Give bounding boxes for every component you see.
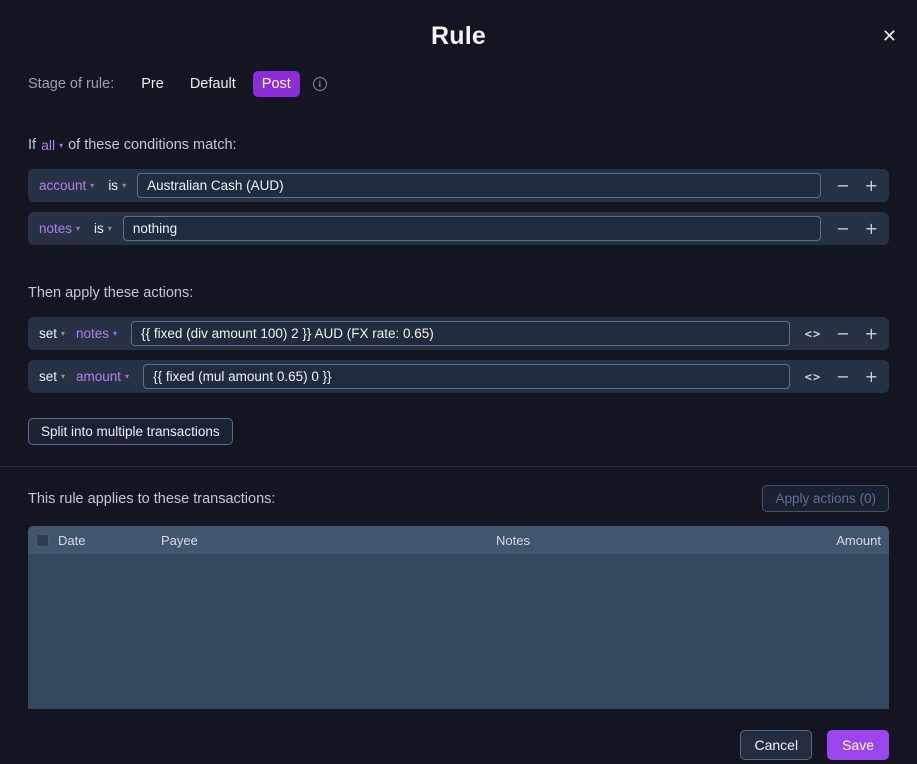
stage-option-post[interactable]: Post — [253, 71, 300, 97]
remove-action-button[interactable]: − — [836, 326, 849, 342]
apply-actions-button[interactable]: Apply actions (0) — [762, 485, 889, 512]
action-field-select[interactable]: notes▾ — [76, 326, 117, 341]
cancel-button[interactable]: Cancel — [740, 730, 812, 760]
stage-option-default[interactable]: Default — [181, 71, 245, 97]
template-code-icon[interactable]: <> — [805, 371, 821, 383]
remove-condition-button[interactable]: − — [836, 178, 849, 194]
transactions-label: This rule applies to these transactions: — [28, 491, 275, 507]
chevron-down-icon: ▾ — [125, 372, 129, 381]
conditions-prefix: If — [28, 137, 36, 153]
condition-field-select[interactable]: notes▾ — [39, 221, 80, 236]
table-body-empty — [28, 554, 889, 709]
stage-label: Stage of rule: — [28, 76, 114, 92]
divider — [0, 466, 917, 467]
transactions-table: Date Payee Notes Amount — [28, 526, 889, 709]
condition-row: account▾ is▾ − + — [28, 169, 889, 202]
chevron-down-icon: ▾ — [113, 329, 117, 338]
save-button[interactable]: Save — [827, 730, 889, 760]
action-field-select[interactable]: amount▾ — [76, 369, 129, 384]
transactions-head: This rule applies to these transactions:… — [0, 485, 917, 512]
match-op-select[interactable]: all▾ — [41, 137, 63, 153]
column-header-payee[interactable]: Payee — [161, 533, 496, 548]
add-condition-button[interactable]: + — [865, 178, 878, 194]
conditions-heading: If all▾ of these conditions match: — [0, 137, 917, 153]
chevron-down-icon: ▾ — [76, 224, 80, 233]
condition-op-select[interactable]: is▾ — [108, 178, 126, 193]
action-method-select[interactable]: set▾ — [39, 326, 65, 341]
action-row: set▾ amount▾ <> − + — [28, 360, 889, 393]
modal-header: Rule ✕ — [0, 0, 917, 51]
action-method-select[interactable]: set▾ — [39, 369, 65, 384]
column-header-date[interactable]: Date — [58, 533, 161, 548]
split-transactions-button[interactable]: Split into multiple transactions — [28, 418, 233, 445]
chevron-down-icon: ▾ — [59, 141, 63, 150]
column-header-notes[interactable]: Notes — [496, 533, 791, 548]
table-header-row: Date Payee Notes Amount — [28, 526, 889, 554]
action-value-input[interactable] — [131, 321, 790, 346]
condition-rows: account▾ is▾ − + notes▾ is▾ − + — [0, 169, 917, 245]
close-icon[interactable]: ✕ — [882, 27, 897, 45]
select-all-checkbox[interactable] — [36, 534, 49, 547]
chevron-down-icon: ▾ — [61, 329, 65, 338]
template-code-icon[interactable]: <> — [805, 328, 821, 340]
condition-value-input[interactable] — [123, 216, 821, 241]
chevron-down-icon: ▾ — [108, 224, 112, 233]
actions-heading: Then apply these actions: — [0, 285, 917, 301]
page-title: Rule — [28, 22, 889, 51]
remove-condition-button[interactable]: − — [836, 221, 849, 237]
condition-op-select[interactable]: is▾ — [94, 221, 112, 236]
chevron-down-icon: ▾ — [90, 181, 94, 190]
condition-field-select[interactable]: account▾ — [39, 178, 94, 193]
column-header-amount[interactable]: Amount — [791, 533, 881, 548]
conditions-suffix: of these conditions match: — [68, 137, 236, 153]
action-value-input[interactable] — [143, 364, 790, 389]
modal-footer: Cancel Save — [0, 730, 917, 760]
info-icon[interactable]: i — [313, 77, 327, 91]
stage-row: Stage of rule: Pre Default Post i — [0, 71, 917, 97]
add-condition-button[interactable]: + — [865, 221, 878, 237]
condition-row: notes▾ is▾ − + — [28, 212, 889, 245]
chevron-down-icon: ▾ — [122, 181, 126, 190]
chevron-down-icon: ▾ — [61, 372, 65, 381]
add-action-button[interactable]: + — [865, 369, 878, 385]
condition-value-input[interactable] — [137, 173, 821, 198]
remove-action-button[interactable]: − — [836, 369, 849, 385]
add-action-button[interactable]: + — [865, 326, 878, 342]
action-row: set▾ notes▾ <> − + — [28, 317, 889, 350]
stage-option-pre[interactable]: Pre — [132, 71, 173, 97]
action-rows: set▾ notes▾ <> − + set▾ amount▾ <> − + — [0, 317, 917, 393]
